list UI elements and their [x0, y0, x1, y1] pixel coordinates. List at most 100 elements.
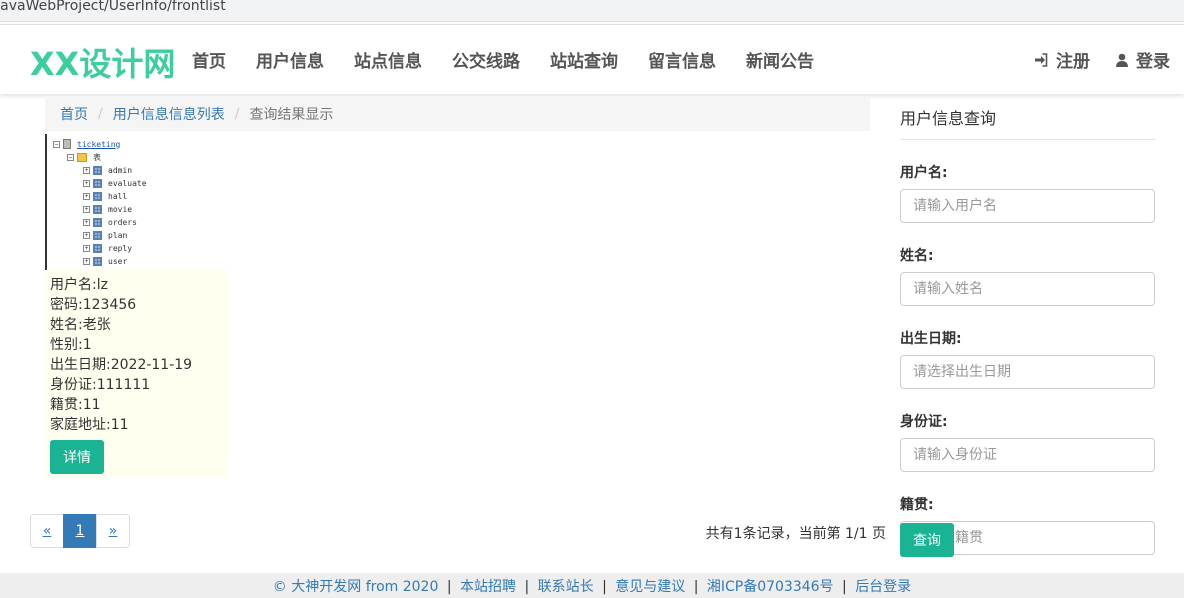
sign-in-icon: [1035, 52, 1048, 67]
table-icon: [93, 217, 102, 227]
nav-messages[interactable]: 留言信息: [648, 47, 716, 72]
tree-table-row: + orders: [83, 216, 137, 228]
username-label: 用户名:: [900, 165, 948, 181]
expand-icon: +: [83, 192, 90, 200]
nav-home[interactable]: 首页: [192, 47, 226, 72]
user-info-card: 用户名:lz 密码:123456 姓名:老张 性别:1 出生日期:2022-11…: [45, 270, 229, 478]
breadcrumb: 首页 / 用户信息信息列表 / 查询结果显示: [45, 96, 870, 131]
login-link[interactable]: 登录: [1116, 47, 1170, 72]
footer-divider: |: [446, 579, 452, 595]
tree-table-row: + evaluate: [83, 177, 147, 189]
breadcrumb-home[interactable]: 首页: [60, 104, 88, 124]
nav-account: 注册 登录: [1008, 47, 1170, 72]
footer-divider: |: [693, 579, 699, 595]
expand-icon: +: [83, 231, 90, 239]
collapse-icon: −: [67, 153, 74, 161]
tree-root-row: − ticketing: [53, 138, 120, 150]
username-input[interactable]: [900, 189, 1155, 223]
nav-news[interactable]: 新闻公告: [746, 47, 814, 72]
register-link[interactable]: 注册: [1034, 47, 1090, 72]
expand-icon: +: [83, 205, 90, 213]
expand-icon: +: [83, 179, 90, 187]
tree-root-label: ticketing: [77, 139, 121, 149]
expand-icon: +: [83, 244, 90, 252]
nav-station-info[interactable]: 站点信息: [354, 47, 422, 72]
tree-table-row: + hall: [83, 190, 127, 202]
tree-table-row: + plan: [83, 229, 127, 241]
tree-table-label: admin: [108, 165, 133, 175]
birthdate-input[interactable]: [900, 355, 1155, 389]
browser-url-bar[interactable]: JavaWebProject/UserInfo/frontlist: [0, 0, 1184, 22]
nav-bus-routes[interactable]: 公交线路: [452, 47, 520, 72]
id-card-label: 身份证:: [900, 414, 948, 430]
prev-page-button[interactable]: «: [30, 514, 64, 548]
tree-table-label: movie: [108, 204, 133, 214]
tree-table-label: hall: [108, 191, 128, 201]
footer-link-feedback[interactable]: 意见与建议: [615, 579, 685, 595]
info-id-card: 身份证:111111: [50, 377, 151, 393]
footer-link-recruit[interactable]: 本站招聘: [460, 579, 516, 595]
tree-table-label: user: [108, 256, 128, 266]
expand-icon: +: [83, 166, 90, 174]
page-1-button[interactable]: 1: [63, 514, 97, 548]
register-label: 注册: [1056, 52, 1090, 72]
name-label: 姓名:: [900, 248, 934, 264]
tree-table-label: orders: [108, 217, 137, 227]
folder-icon: [77, 152, 87, 162]
info-password: 密码:123456: [50, 297, 137, 313]
info-username: 用户名:lz: [50, 277, 108, 293]
footer-link-contact[interactable]: 联系站长: [538, 579, 594, 595]
query-sidebar: 用户信息查询 用户名: 姓名: 出生日期: 身份证: 籍贯: 查询: [900, 96, 1156, 557]
table-icon: [93, 204, 102, 214]
info-name: 姓名:老张: [50, 317, 111, 333]
tree-table-row: + user: [83, 255, 127, 267]
breadcrumb-separator: /: [234, 105, 240, 122]
footer: © 大神开发网 from 2020 | 本站招聘 | 联系站长 | 意见与建议 …: [0, 573, 1184, 598]
breadcrumb-current: 查询结果显示: [249, 106, 334, 123]
table-icon: [93, 256, 102, 266]
tree-table-label: plan: [108, 230, 128, 240]
footer-divider: |: [602, 579, 607, 595]
tree-table-row: + movie: [83, 203, 132, 215]
expand-icon: +: [83, 218, 90, 226]
sidebar-title: 用户信息查询: [900, 96, 1156, 140]
next-page-button[interactable]: »: [96, 514, 130, 548]
footer-link-icp[interactable]: 湘ICP备0703346号: [707, 579, 834, 595]
table-icon: [93, 191, 102, 201]
footer-divider: |: [842, 579, 847, 595]
brand-logo[interactable]: XX设计网: [30, 39, 175, 85]
footer-link-admin-login[interactable]: 后台登录: [855, 579, 911, 595]
tree-folder-row: − 表: [67, 151, 101, 163]
birthdate-label: 出生日期:: [900, 331, 962, 347]
info-gender: 性别:1: [50, 337, 92, 353]
tree-table-label: evaluate: [108, 178, 147, 188]
breadcrumb-user-list[interactable]: 用户信息信息列表: [113, 104, 225, 124]
collapse-icon: −: [53, 140, 60, 148]
footer-copyright: © 大神开发网 from 2020: [272, 579, 439, 595]
expand-icon: +: [83, 257, 90, 265]
main-nav: 首页 用户信息 站点信息 公交线路 站站查询 留言信息 新闻公告: [192, 47, 844, 72]
native-place-label: 籍贯:: [900, 497, 934, 513]
tree-table-row: + reply: [83, 242, 132, 254]
database-icon: [63, 139, 71, 149]
breadcrumb-separator: /: [98, 105, 103, 122]
url-text: JavaWebProject/UserInfo/frontlist: [0, 0, 226, 14]
info-home-address: 家庭地址:11: [50, 417, 129, 433]
detail-button[interactable]: 详情: [50, 440, 104, 474]
nav-station-query[interactable]: 站站查询: [550, 47, 618, 72]
top-navbar: XX设计网 首页 用户信息 站点信息 公交线路 站站查询 留言信息 新闻公告 注…: [0, 24, 1184, 94]
table-icon: [93, 230, 102, 240]
pagination: « 1 »: [30, 514, 130, 548]
name-input[interactable]: [900, 272, 1155, 306]
nav-user-info[interactable]: 用户信息: [256, 47, 324, 72]
tree-table-label: reply: [108, 243, 133, 253]
tree-table-row: + admin: [83, 164, 132, 176]
id-card-input[interactable]: [900, 438, 1155, 472]
tree-folder-label: 表: [93, 152, 101, 162]
table-icon: [93, 243, 102, 253]
query-button[interactable]: 查询: [900, 523, 954, 557]
user-icon: [1116, 53, 1128, 67]
table-icon: [93, 178, 102, 188]
login-label: 登录: [1136, 52, 1170, 72]
table-icon: [93, 165, 102, 175]
